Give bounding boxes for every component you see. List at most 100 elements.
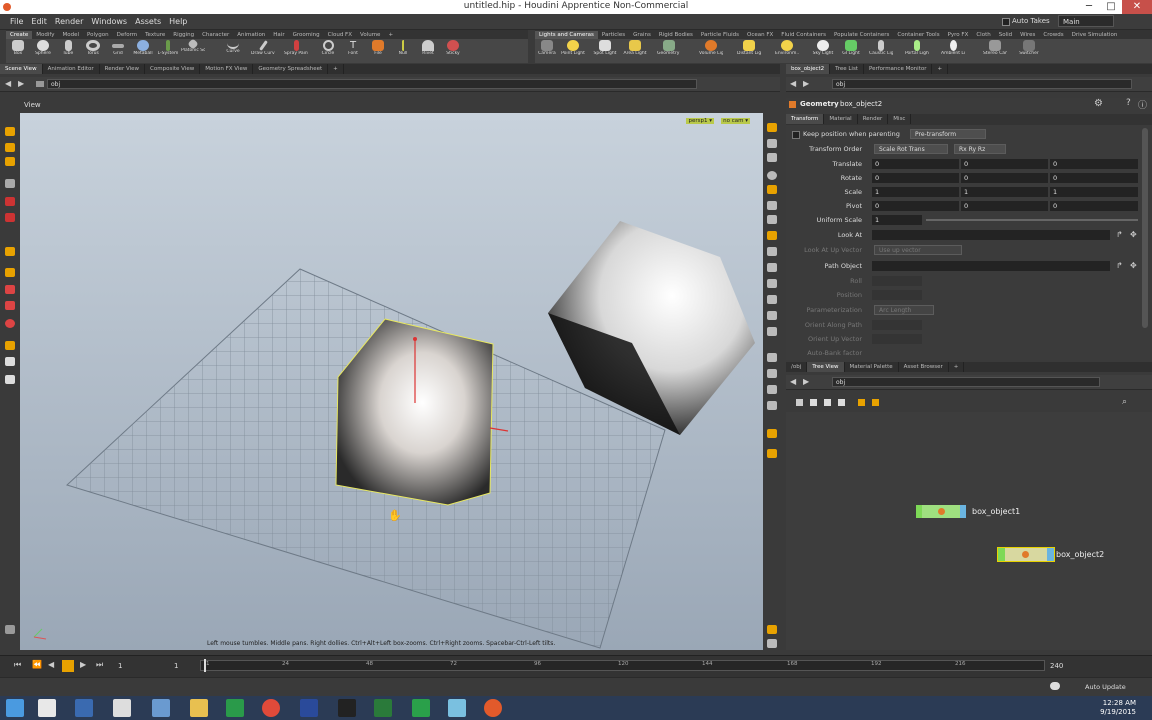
display-icon-2[interactable] xyxy=(767,139,777,148)
rotate-x[interactable]: 0 xyxy=(872,173,959,183)
tool-switcher[interactable]: Switcher xyxy=(1017,40,1041,62)
tool-sphere[interactable]: Sphere xyxy=(31,40,55,62)
taskbar-app-11-icon[interactable] xyxy=(412,699,430,717)
tool-area-light[interactable]: Area Light xyxy=(623,40,647,62)
info-icon[interactable]: ⓘ xyxy=(1138,98,1147,111)
display-icon-1[interactable] xyxy=(767,123,777,132)
path-object-arrow-icon[interactable]: ↱ xyxy=(1116,261,1123,270)
display-icon-6[interactable] xyxy=(767,201,777,210)
path-object-chooser-icon[interactable]: ✥ xyxy=(1130,261,1137,270)
rotate-z[interactable]: 0 xyxy=(1050,173,1138,183)
snap-multi-icon[interactable] xyxy=(5,319,15,328)
network-back-arrow-icon[interactable]: ◀ xyxy=(790,377,796,386)
shelf-tab-particle-fluids[interactable]: Particle Fluids xyxy=(697,31,743,39)
right-back-arrow-icon[interactable]: ◀ xyxy=(790,79,796,88)
back-arrow-icon[interactable]: ◀ xyxy=(5,79,11,88)
tool-portal-light[interactable]: Portal Light xyxy=(905,40,929,62)
tab-tree-view[interactable]: Tree View xyxy=(807,362,845,372)
tab-material-palette[interactable]: Material Palette xyxy=(845,362,899,372)
net-tool-1-icon[interactable] xyxy=(796,399,803,406)
shelf-tab-populate[interactable]: Populate Containers xyxy=(830,31,893,39)
look-at-arrow-icon[interactable]: ↱ xyxy=(1116,230,1123,239)
taskbar-app-8-icon[interactable] xyxy=(300,699,318,717)
tool-sticky[interactable]: Sticky xyxy=(441,40,465,62)
tool-distant-light[interactable]: Distant Light xyxy=(737,40,761,62)
display-icon-9[interactable] xyxy=(767,247,777,256)
auto-takes-checkbox[interactable] xyxy=(1002,18,1010,26)
auto-update-label[interactable]: Auto Update xyxy=(1085,683,1126,691)
jump-end-icon[interactable]: ⏭ xyxy=(96,660,103,670)
right-path-field[interactable]: obj xyxy=(832,79,1132,89)
shelf-tab-container-tools[interactable]: Container Tools xyxy=(893,31,943,39)
network-path-field[interactable]: obj xyxy=(832,377,1100,387)
shelf-tab-particles[interactable]: Particles xyxy=(598,31,629,39)
tool-grid[interactable]: Grid xyxy=(106,40,130,62)
node-label-box-object2[interactable]: box_object2 xyxy=(1056,550,1104,559)
pivot-x[interactable]: 0 xyxy=(872,201,959,211)
tool-torus[interactable]: Torus xyxy=(81,40,105,62)
scale-y[interactable]: 1 xyxy=(961,187,1048,197)
translate-x[interactable]: 0 xyxy=(872,159,959,169)
tab-tree-list[interactable]: Tree List xyxy=(830,64,864,74)
display-icon-15[interactable] xyxy=(767,353,777,362)
pose-tool-icon[interactable] xyxy=(5,179,15,188)
stop-button[interactable] xyxy=(62,660,74,672)
tool-spray-paint[interactable]: Spray Paint xyxy=(284,40,308,62)
taskbar-app-2-icon[interactable] xyxy=(75,699,93,717)
tool-ambient-light[interactable]: Ambient Lig.. xyxy=(941,40,965,62)
network-editor[interactable]: box_object1 box_object2 xyxy=(786,412,1152,650)
shelf-tab-pyro[interactable]: Pyro FX xyxy=(944,31,973,39)
tool-rivet[interactable]: Rivet xyxy=(416,40,440,62)
snap-point-icon[interactable] xyxy=(5,301,15,310)
tab-box-object2[interactable]: box_object2 xyxy=(786,64,831,74)
tool-metaball[interactable]: Metaball xyxy=(131,40,155,62)
taskbar-houdini-icon[interactable] xyxy=(484,699,502,717)
taskbar-app-6-icon[interactable] xyxy=(226,699,244,717)
look-at-chooser-icon[interactable]: ✥ xyxy=(1130,230,1137,239)
display-icon-21[interactable] xyxy=(767,625,777,634)
display-icon-7[interactable] xyxy=(767,215,777,224)
display-icon-13[interactable] xyxy=(767,311,777,320)
tab-geometry-spreadsheet[interactable]: Geometry Spreadsheet xyxy=(253,64,329,74)
display-icon-22[interactable] xyxy=(767,639,777,648)
tool-point-light[interactable]: Point Light xyxy=(561,40,585,62)
magnet-tool-icon[interactable] xyxy=(5,213,15,222)
tool-volume-light[interactable]: Volume Light xyxy=(699,40,723,62)
node-label-box-object1[interactable]: box_object1 xyxy=(972,507,1020,516)
net-tool-5-icon[interactable] xyxy=(858,399,865,406)
menu-assets[interactable]: Assets xyxy=(131,14,165,29)
add-param-tab-icon[interactable]: + xyxy=(932,64,949,74)
orient-up-field[interactable] xyxy=(872,334,922,344)
display-icon-16[interactable] xyxy=(767,369,777,378)
shelf-tab-lights[interactable]: Lights and Cameras xyxy=(535,31,598,39)
taskbar-explorer-icon[interactable] xyxy=(190,699,208,717)
tool-platonic[interactable]: Platonic Sol. xyxy=(181,38,205,62)
add-network-tab-icon[interactable]: + xyxy=(949,362,965,372)
pivot-y[interactable]: 0 xyxy=(961,201,1048,211)
look-at-field[interactable] xyxy=(872,230,1110,240)
right-forward-arrow-icon[interactable]: ▶ xyxy=(803,79,809,88)
camera-menu[interactable]: persp1 ▾ xyxy=(686,118,714,124)
pivot-z[interactable]: 0 xyxy=(1050,201,1138,211)
node-box-object2[interactable] xyxy=(997,547,1055,562)
tool-camera[interactable]: Camera xyxy=(535,40,559,62)
shelf-tab-grains[interactable]: Grains xyxy=(629,31,655,39)
maximize-button[interactable]: □ xyxy=(1100,0,1122,14)
taskbar-app-12-icon[interactable] xyxy=(448,699,466,717)
menu-file[interactable]: File xyxy=(6,14,27,29)
search-icon[interactable]: ⌕ xyxy=(1122,397,1127,407)
node-name-field[interactable]: box_object2 xyxy=(840,100,882,108)
tab-render-view[interactable]: Render View xyxy=(100,64,146,74)
tab-misc[interactable]: Misc xyxy=(888,114,912,124)
net-tool-3-icon[interactable] xyxy=(824,399,831,406)
tab-transform[interactable]: Transform xyxy=(786,114,825,124)
tab-render[interactable]: Render xyxy=(858,114,889,124)
shelf-tab-drive[interactable]: Drive Simulation xyxy=(1068,31,1122,39)
taskbar-chrome-icon[interactable] xyxy=(262,699,280,717)
tool-sky-light[interactable]: Sky Light xyxy=(811,40,835,62)
net-tool-6-icon[interactable] xyxy=(872,399,879,406)
gear-icon[interactable]: ⚙ xyxy=(1094,98,1103,109)
display-icon-19[interactable] xyxy=(767,429,777,438)
shelf-tab-crowds[interactable]: Crowds xyxy=(1039,31,1067,39)
lock-view-icon[interactable] xyxy=(5,341,15,350)
